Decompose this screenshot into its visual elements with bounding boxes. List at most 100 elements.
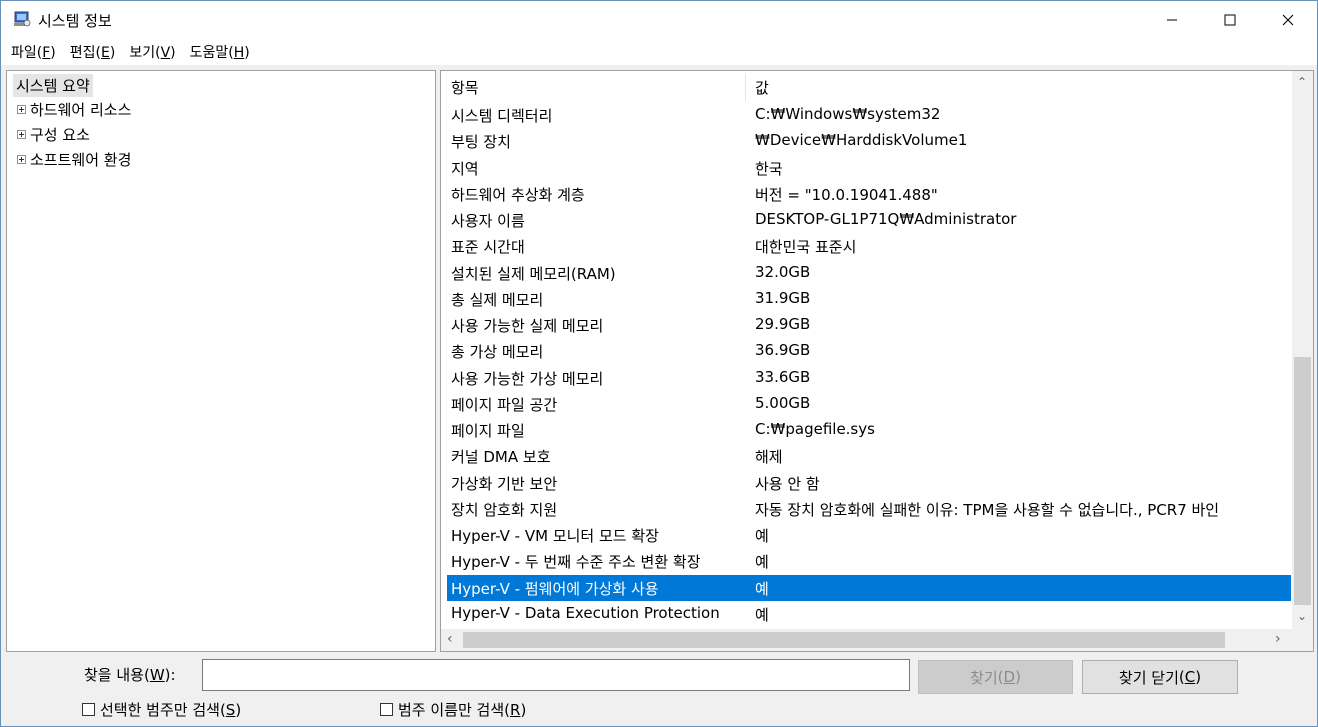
row-value-cell: C:₩Windows₩system32 (755, 105, 941, 123)
checkbox-box[interactable] (380, 703, 393, 716)
table-row[interactable]: 총 실제 메모리 31.9GB (447, 286, 1291, 312)
row-value-cell: 31.9GB (755, 288, 811, 307)
row-value-cell: 해제 (755, 448, 783, 467)
row-item-cell: 사용 가능한 가상 메모리 (451, 369, 604, 388)
row-item-cell: 총 가상 메모리 (451, 343, 544, 362)
scroll-left-icon[interactable]: ‹ (447, 631, 453, 647)
tree-item-components[interactable]: 구성 요소 (17, 123, 90, 145)
row-value-cell: ₩Device₩HarddiskVolume1 (755, 131, 968, 150)
table-row[interactable]: 사용 가능한 가상 메모리 33.6GB (447, 365, 1291, 391)
find-label: 찾을 내용(W): (84, 666, 176, 684)
menu-help[interactable]: 도움말(H) (184, 42, 256, 62)
table-row[interactable]: 시스템 디렉터리 C:₩Windows₩system32 (447, 102, 1291, 128)
row-value-cell: 자동 장치 암호화에 실패한 이유: TPM을 사용할 수 없습니다., PCR… (755, 500, 1220, 519)
expand-icon[interactable] (17, 104, 26, 114)
tree-item-label: 하드웨어 리소스 (30, 100, 132, 119)
menu-bar: 파일(F) 편집(E) 보기(V) 도움말(H) (1, 39, 1317, 65)
close-icon (1282, 14, 1294, 26)
scroll-down-icon[interactable]: ⌄ (1297, 609, 1307, 623)
row-value-cell: 33.6GB (755, 367, 811, 386)
minimize-button[interactable] (1143, 1, 1201, 39)
details-list[interactable]: 항목 값 시스템 디렉터리 C:₩Windows₩system32 부팅 장치 ₩De… (440, 70, 1314, 652)
table-row[interactable]: 커널 DMA 보호 해제 (447, 443, 1291, 469)
list-header: 항목 값 (441, 71, 1291, 103)
scroll-right-icon[interactable]: › (1275, 631, 1281, 647)
expand-icon[interactable] (17, 154, 26, 164)
row-item-cell: 가상화 기반 보안 (451, 474, 558, 493)
vertical-scroll-thumb[interactable] (1294, 357, 1311, 605)
tree-item-system-summary[interactable]: 시스템 요약 (13, 74, 93, 97)
table-row[interactable]: 총 가상 메모리 36.9GB (447, 338, 1291, 364)
maximize-button[interactable] (1201, 1, 1259, 39)
table-row[interactable]: 장치 암호화 지원 자동 장치 암호화에 실패한 이유: TPM을 사용할 수 없… (447, 496, 1291, 522)
tree-item-label: 구성 요소 (30, 125, 90, 144)
column-header-item[interactable]: 항목 (451, 77, 479, 98)
table-row[interactable]: 가상화 기반 보안 사용 안 함 (447, 470, 1291, 496)
row-item-cell: Hyper-V - Data Execution Protection (451, 603, 720, 622)
list-rows: 시스템 디렉터리 C:₩Windows₩system32 부팅 장치 ₩Device₩… (447, 102, 1291, 627)
table-row[interactable]: 페이지 파일 C:₩pagefile.sys (447, 417, 1291, 443)
table-row[interactable]: Hyper-V - 펌웨어에 가상화 사용 예 (447, 574, 1291, 601)
tree-item-software-environment[interactable]: 소프트웨어 환경 (17, 148, 131, 170)
close-button[interactable] (1259, 1, 1317, 39)
row-item-cell: 사용자 이름 (451, 212, 525, 230)
row-item-cell: 페이지 파일 공간 (451, 395, 558, 414)
window-title: 시스템 정보 (38, 12, 112, 30)
table-row[interactable]: 사용 가능한 실제 메모리 29.9GB (447, 312, 1291, 338)
table-row[interactable]: 하드웨어 추상화 계층 버전 = "10.0.19041.488" (447, 181, 1291, 207)
row-item-cell: 사용 가능한 실제 메모리 (451, 317, 604, 335)
table-row[interactable]: 설치된 실제 메모리(RAM) 32.0GB (447, 260, 1291, 286)
find-button[interactable]: 찾기(D) (918, 660, 1073, 694)
expand-icon[interactable] (17, 129, 26, 139)
table-row[interactable]: Hyper-V - Data Execution Protection 예 (447, 601, 1291, 627)
row-item-cell: Hyper-V - 펌웨어에 가상화 사용 (451, 579, 659, 598)
checkbox-box[interactable] (82, 703, 95, 716)
table-row[interactable]: 표준 시간대 대한민국 표준시 (447, 233, 1291, 259)
title-bar[interactable]: 시스템 정보 (1, 1, 1317, 39)
column-divider[interactable] (745, 73, 746, 101)
table-row[interactable]: Hyper-V - VM 모니터 모드 확장 예 (447, 522, 1291, 548)
table-row[interactable]: 지역 한국 (447, 155, 1291, 181)
tree-item-hardware-resources[interactable]: 하드웨어 리소스 (17, 98, 131, 120)
row-value-cell: DESKTOP-GL1P71Q₩Administrator (755, 210, 1017, 228)
vertical-scrollbar[interactable]: ⌃ ⌄ (1292, 71, 1313, 629)
maximize-icon (1224, 14, 1236, 26)
system-info-app-icon (14, 11, 31, 27)
table-row[interactable]: 사용자 이름 DESKTOP-GL1P71Q₩Administrator (447, 207, 1291, 233)
row-item-cell: 설치된 실제 메모리(RAM) (451, 264, 616, 283)
horizontal-scroll-thumb[interactable] (463, 632, 1225, 648)
row-item-cell: Hyper-V - 두 번째 수준 주소 변환 확장 (451, 553, 701, 572)
row-item-cell: 커널 DMA 보호 (451, 448, 551, 467)
menu-view[interactable]: 보기(V) (123, 42, 181, 62)
category-tree[interactable]: 시스템 요약 하드웨어 리소스 구성 요소 소프트웨어 환경 (6, 70, 436, 652)
search-selected-category-checkbox[interactable]: 선택한 범주만 검색(S) (82, 699, 241, 720)
row-item-cell: 총 실제 메모리 (451, 290, 544, 309)
menu-edit[interactable]: 편집(E) (64, 42, 122, 62)
row-value-cell: 예 (755, 527, 769, 545)
row-value-cell: 예 (755, 553, 769, 572)
row-item-cell: 장치 암호화 지원 (451, 500, 558, 519)
row-value-cell: 예 (755, 579, 769, 598)
horizontal-scrollbar[interactable]: ‹ › (441, 629, 1292, 651)
menu-file[interactable]: 파일(F) (5, 42, 62, 62)
column-header-value[interactable]: 값 (755, 77, 769, 98)
table-row[interactable]: 부팅 장치 ₩Device₩HarddiskVolume1 (447, 128, 1291, 154)
row-item-cell: Hyper-V - VM 모니터 모드 확장 (451, 527, 659, 545)
row-value-cell: 한국 (755, 159, 783, 178)
scrollbar-corner (1292, 629, 1313, 651)
table-row[interactable]: 페이지 파일 공간 5.00GB (447, 391, 1291, 417)
row-item-cell: 지역 (451, 159, 479, 178)
system-info-window: 시스템 정보 파일(F) 편집(E) 보기(V) 도움말(H) 시스템 요약 하… (0, 0, 1318, 727)
row-item-cell: 표준 시간대 (451, 238, 525, 257)
close-find-button[interactable]: 찾기 닫기(C) (1082, 660, 1238, 694)
row-value-cell: 사용 안 함 (755, 474, 820, 493)
row-value-cell: 버전 = "10.0.19041.488" (755, 185, 938, 204)
find-input[interactable] (202, 659, 910, 691)
row-item-cell: 페이지 파일 (451, 422, 525, 440)
table-row[interactable]: Hyper-V - 두 번째 수준 주소 변환 확장 예 (447, 548, 1291, 574)
row-value-cell: 36.9GB (755, 341, 811, 360)
search-category-names-checkbox[interactable]: 범주 이름만 검색(R) (380, 699, 526, 720)
minimize-icon (1167, 19, 1177, 21)
scroll-up-icon[interactable]: ⌃ (1297, 75, 1307, 89)
row-value-cell: C:₩pagefile.sys (755, 420, 875, 438)
